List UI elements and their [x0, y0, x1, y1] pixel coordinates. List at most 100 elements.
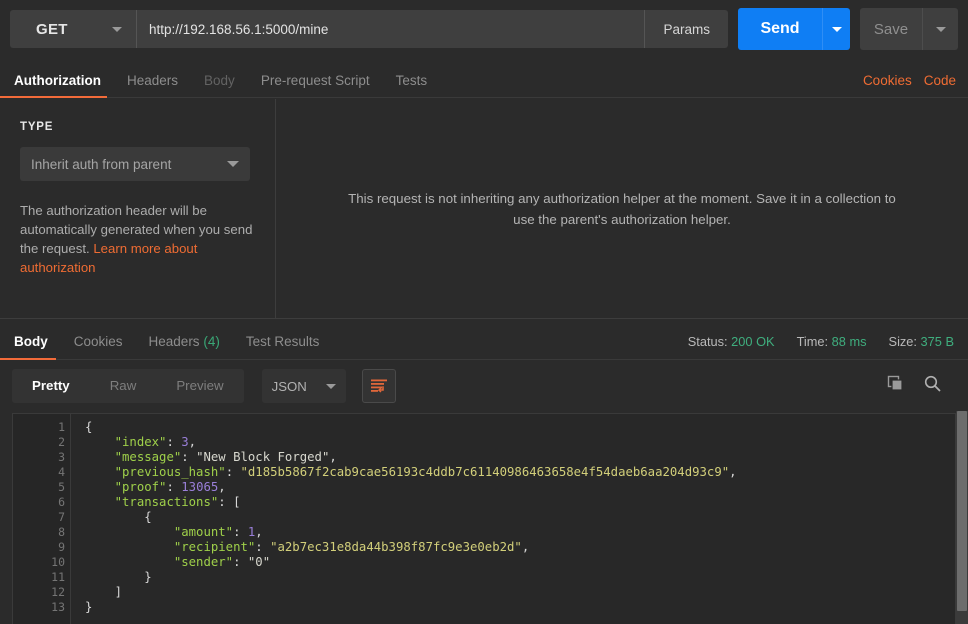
json-line: "previous_hash": "d185b5867f2cab9cae5619… — [114, 465, 737, 479]
auth-description: The authorization header will be automat… — [20, 201, 260, 277]
copy-button[interactable] — [887, 375, 905, 398]
response-headers-count: (4) — [203, 334, 220, 349]
size-value: 375 B — [920, 334, 954, 349]
line-number: 5 — [58, 480, 65, 494]
json-content[interactable]: { "index": 3, "message": "New Block Forg… — [71, 414, 955, 624]
status-value: 200 OK — [731, 334, 775, 349]
json-value-sender: "0" — [247, 555, 271, 569]
params-button[interactable]: Params — [644, 10, 728, 48]
word-wrap-icon — [370, 379, 387, 393]
save-button-group: Save — [860, 8, 958, 50]
auth-info-column: This request is not inheriting any autho… — [276, 99, 968, 318]
vertical-scrollbar[interactable] — [956, 411, 968, 624]
json-line: "message": "New Block Forged", — [114, 450, 337, 464]
json-line: "amount": 1, — [173, 525, 263, 539]
line-number: 4 — [58, 465, 65, 479]
response-tab-test-results[interactable]: Test Results — [246, 334, 320, 359]
response-tabs: Body Cookies Headers (4) Test Results St… — [0, 318, 968, 360]
json-line: "transactions": [ — [114, 495, 241, 509]
line-number: 8 — [58, 525, 65, 539]
tab-tests[interactable]: Tests — [396, 73, 428, 97]
tab-pre-request-script[interactable]: Pre-request Script — [261, 73, 370, 97]
response-format-select[interactable]: JSON — [261, 369, 346, 403]
auth-type-column: TYPE Inherit auth from parent The author… — [0, 99, 276, 318]
time-label: Time: — [796, 334, 829, 349]
json-value-proof: 13065 — [181, 480, 219, 494]
auth-type-value: Inherit auth from parent — [31, 156, 172, 172]
time-group: Time: 88 ms — [797, 334, 867, 349]
line-number: 13 — [51, 600, 65, 614]
line-number: 1 — [58, 420, 65, 434]
json-line: } — [85, 600, 93, 614]
size-label: Size: — [888, 334, 917, 349]
response-viewer-toolbar: Pretty Raw Preview JSON — [0, 361, 968, 411]
json-line: "index": 3, — [114, 435, 197, 449]
response-body-viewer[interactable]: 1 2 3 4 5 6 7 8 9 10 11 12 13 { "index":… — [12, 413, 956, 624]
view-mode-pretty[interactable]: Pretty — [12, 369, 90, 403]
postman-window: GET http://192.168.56.1:5000/mine Params… — [0, 0, 968, 624]
line-number: 2 — [58, 435, 65, 449]
auth-inherit-note: This request is not inheriting any autho… — [348, 190, 896, 227]
line-number-gutter: 1 2 3 4 5 6 7 8 9 10 11 12 13 — [13, 414, 71, 624]
status-group: Status: 200 OK — [688, 334, 775, 349]
line-number: 7 — [58, 510, 65, 524]
size-group: Size: 375 B — [889, 334, 954, 349]
json-line: "recipient": "a2b7ec31e8da44b398f87fc9e3… — [173, 540, 530, 554]
json-line: "sender": "0" — [173, 555, 271, 569]
json-line: ] — [114, 585, 123, 599]
chevron-down-icon — [112, 26, 122, 32]
save-button[interactable]: Save — [860, 8, 922, 50]
json-line: { — [144, 510, 152, 524]
viewer-actions — [887, 374, 942, 398]
search-button[interactable] — [923, 374, 942, 398]
json-value-recipient: "a2b7ec31e8da44b398f87fc9e3e0eb2d" — [270, 540, 522, 554]
tab-authorization[interactable]: Authorization — [0, 73, 107, 98]
json-line: } — [144, 570, 152, 584]
http-method-dropdown[interactable]: GET — [10, 10, 136, 48]
url-text: http://192.168.56.1:5000/mine — [149, 21, 329, 37]
send-button-group: Send — [738, 8, 850, 50]
http-method-label: GET — [36, 20, 68, 38]
cookies-link[interactable]: Cookies — [863, 73, 912, 88]
copy-icon — [887, 375, 903, 391]
response-tab-headers-label: Headers — [148, 334, 200, 349]
chevron-down-icon — [935, 26, 946, 32]
json-line: "proof": 13065, — [114, 480, 226, 494]
save-options-button[interactable] — [922, 8, 958, 50]
json-value-index: 3 — [181, 435, 189, 449]
send-options-button[interactable] — [822, 8, 850, 50]
tab-headers[interactable]: Headers — [127, 73, 178, 97]
json-value-previous-hash: "d185b5867f2cab9cae56193c4ddb7c611409864… — [240, 465, 730, 479]
request-tabs-links: Cookies Code — [863, 73, 956, 97]
line-number: 3 — [58, 450, 65, 464]
scrollbar-thumb[interactable] — [957, 411, 967, 611]
response-tab-cookies[interactable]: Cookies — [74, 334, 123, 359]
json-line: { — [85, 420, 93, 434]
view-mode-segments: Pretty Raw Preview — [12, 369, 244, 403]
view-mode-preview[interactable]: Preview — [156, 369, 243, 403]
code-link[interactable]: Code — [924, 73, 956, 88]
line-number: 11 — [51, 570, 65, 584]
response-meta: Status: 200 OK Time: 88 ms Size: 375 B — [688, 334, 954, 359]
status-label: Status: — [687, 334, 728, 349]
search-icon — [924, 375, 941, 392]
send-button[interactable]: Send — [738, 8, 822, 50]
authorization-panel: TYPE Inherit auth from parent The author… — [0, 99, 968, 318]
json-value-message: "New Block Forged" — [196, 450, 330, 464]
line-number: 10 — [51, 555, 65, 569]
auth-type-select[interactable]: Inherit auth from parent — [20, 147, 250, 181]
view-mode-raw[interactable]: Raw — [90, 369, 157, 403]
url-input[interactable]: http://192.168.56.1:5000/mine — [136, 10, 645, 48]
line-number: 9 — [58, 540, 65, 554]
request-bar: GET http://192.168.56.1:5000/mine Params… — [0, 0, 968, 58]
auth-type-heading: TYPE — [20, 121, 54, 133]
chevron-down-icon — [227, 161, 239, 167]
response-format-value: JSON — [271, 378, 307, 394]
word-wrap-button[interactable] — [361, 369, 396, 403]
chevron-down-icon — [831, 26, 842, 32]
response-tab-body[interactable]: Body — [0, 334, 56, 360]
response-tab-headers[interactable]: Headers (4) — [149, 334, 220, 359]
chevron-down-icon — [325, 383, 336, 389]
tab-body[interactable]: Body — [204, 73, 235, 97]
time-value: 88 ms — [831, 334, 867, 349]
